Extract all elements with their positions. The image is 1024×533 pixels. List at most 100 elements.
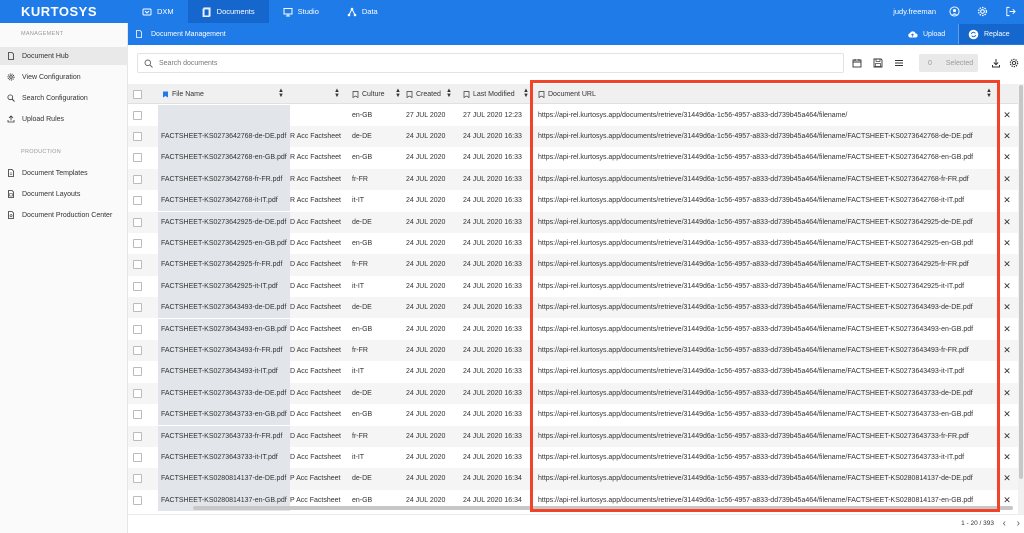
delete-icon[interactable]: ✕ (1000, 319, 1014, 340)
sort-icon[interactable]: ▲ ▼ (278, 88, 284, 99)
table-row[interactable]: FACTSHEET-KS0273642925-fr-FR.pdf D Acc Fa… (128, 254, 1018, 276)
delete-icon[interactable]: ✕ (1000, 297, 1014, 318)
delete-icon[interactable]: ✕ (1000, 404, 1014, 425)
upload-button[interactable]: Upload (898, 24, 954, 44)
nav-documents[interactable]: Documents (187, 0, 269, 23)
row-checkbox[interactable] (133, 303, 142, 313)
next-page-icon[interactable]: › (1017, 518, 1020, 529)
sort-icon[interactable]: ▲ ▼ (446, 88, 452, 99)
save-icon[interactable] (872, 57, 883, 68)
row-checkbox[interactable] (133, 345, 142, 355)
row-checkbox[interactable] (133, 281, 142, 291)
table-row[interactable]: FACTSHEET-KS0273642768-it-IT.pdf R Acc Fa… (128, 190, 1018, 212)
vertical-scrollbar[interactable] (1018, 84, 1024, 514)
table-row[interactable]: FACTSHEET-KS0273643733-fr-FR.pdf D Acc Fa… (128, 425, 1018, 447)
sort-icon[interactable]: ▲ ▼ (334, 88, 340, 99)
calendar-icon[interactable] (851, 57, 862, 68)
row-checkbox[interactable] (133, 153, 142, 163)
delete-icon[interactable]: ✕ (1000, 383, 1014, 404)
table-row[interactable]: FACTSHEET-KS0273642768-fr-FR.pdf R Acc Fa… (128, 168, 1018, 191)
delete-icon[interactable]: ✕ (1000, 105, 1014, 126)
row-checkbox[interactable] (133, 324, 142, 334)
table-row[interactable]: FACTSHEET-KS0273642768-de-DE.pdf R Acc Fa… (128, 125, 1018, 148)
sort-icon[interactable]: ▲ ▼ (523, 88, 529, 99)
column-header-created[interactable]: Created (406, 84, 441, 104)
select-all-checkbox[interactable] (133, 90, 142, 99)
table-row[interactable]: FACTSHEET-KS0280814137-de-DE.pdf P Acc Fa… (128, 468, 1018, 490)
delete-icon[interactable]: ✕ (1000, 169, 1014, 190)
logout-icon[interactable] (1004, 6, 1016, 18)
delete-icon[interactable]: ✕ (1000, 447, 1014, 468)
user-name[interactable]: judy.freeman (893, 7, 936, 16)
settings-icon[interactable] (1008, 57, 1019, 68)
row-checkbox[interactable] (133, 260, 142, 270)
row-checkbox[interactable] (133, 174, 142, 184)
delete-icon[interactable]: ✕ (1000, 426, 1014, 447)
horizontal-scrollbar[interactable] (128, 505, 1018, 511)
row-checkbox[interactable] (133, 110, 142, 120)
delete-icon[interactable]: ✕ (1000, 254, 1014, 275)
row-checkbox[interactable] (133, 367, 142, 377)
row-checkbox[interactable] (133, 431, 142, 441)
table-row[interactable]: FACTSHEET-KS0273642925-de-DE.pdf D Acc Fa… (128, 211, 1018, 233)
table-row[interactable]: FACTSHEET-KS0273643493-de-DE.pdf D Acc Fa… (128, 297, 1018, 319)
sidebar-item-document-hub[interactable]: Document Hub (0, 47, 128, 65)
row-checkbox[interactable] (133, 474, 142, 484)
column-header-file-name[interactable]: File Name (162, 84, 204, 104)
delete-icon[interactable]: ✕ (1000, 468, 1014, 489)
replace-button[interactable]: Replace (958, 24, 1024, 44)
sidebar-item-document-production-center[interactable]: Document Production Center (0, 206, 128, 224)
row-checkbox[interactable] (133, 410, 142, 420)
user-avatar-icon[interactable] (948, 6, 960, 18)
sidebar-item-search-configuration[interactable]: Search Configuration (0, 89, 128, 107)
delete-icon[interactable]: ✕ (1000, 340, 1014, 361)
kurtosys-logo[interactable]: KURTOSYS (0, 4, 128, 19)
nav-studio[interactable]: Studio (269, 0, 333, 23)
gear-icon[interactable] (976, 6, 988, 18)
table-row[interactable]: FACTSHEET-KS0273642925-it-IT.pdf D Acc Fa… (128, 275, 1018, 298)
sidebar-item-document-templates[interactable]: Document Templates (0, 164, 128, 182)
table-row[interactable]: FACTSHEET-KS0273643493-en-GB.pdf D Acc Fa… (128, 318, 1018, 340)
download-icon[interactable] (990, 57, 1001, 68)
delete-icon[interactable]: ✕ (1000, 190, 1014, 211)
scrollbar-thumb[interactable] (1019, 85, 1023, 479)
table-row[interactable]: FACTSHEET-KS0273643493-fr-FR.pdf D Acc Fa… (128, 339, 1018, 362)
column-header-culture[interactable]: Culture (352, 84, 385, 104)
delete-icon[interactable]: ✕ (1000, 212, 1014, 233)
document-title-cell: D Acc Factsheet (290, 368, 341, 376)
table-row[interactable]: FACTSHEET-KS0273643493-it-IT.pdf D Acc Fa… (128, 361, 1018, 383)
row-checkbox[interactable] (133, 388, 142, 398)
delete-icon[interactable]: ✕ (1000, 147, 1014, 168)
table-row[interactable]: FACTSHEET-KS0273643733-en-GB.pdf D Acc Fa… (128, 404, 1018, 426)
table-row[interactable]: en-GB 27 JUL 2020 27 JUL 2020 12:23 https:/… (128, 104, 1018, 126)
delete-icon[interactable]: ✕ (1000, 233, 1014, 254)
row-checkbox[interactable] (133, 495, 142, 505)
column-header-last-modified[interactable]: Last Modified (463, 84, 515, 104)
nav-data[interactable]: Data (333, 0, 392, 23)
row-checkbox[interactable] (133, 131, 142, 141)
column-header-document-url[interactable]: Document URL (538, 84, 596, 104)
row-checkbox[interactable] (133, 238, 142, 248)
row-checkbox[interactable] (133, 217, 142, 227)
table-row[interactable]: FACTSHEET-KS0273643733-it-IT.pdf D Acc Fa… (128, 446, 1018, 469)
row-checkbox[interactable] (133, 196, 142, 206)
sidebar-item-view-configuration[interactable]: View Configuration (0, 68, 128, 86)
table-row[interactable]: FACTSHEET-KS0273642925-en-GB.pdf D Acc Fa… (128, 232, 1018, 255)
scrollbar-thumb[interactable] (193, 506, 1013, 510)
delete-icon[interactable]: ✕ (1000, 276, 1014, 297)
sort-icon[interactable]: ▲ ▼ (986, 88, 992, 99)
previous-page-icon[interactable]: ‹ (1003, 518, 1006, 529)
table-row[interactable]: FACTSHEET-KS0273643733-de-DE.pdf D Acc Fa… (128, 382, 1018, 405)
nav-dxm[interactable]: DXM (128, 0, 188, 23)
search-field[interactable]: Search documents (137, 53, 844, 73)
sidebar-item-upload-rules[interactable]: Upload Rules (0, 110, 128, 128)
menu-icon[interactable] (893, 57, 904, 68)
row-checkbox[interactable] (133, 452, 142, 462)
sidebar-item-document-layouts[interactable]: Document Layouts (0, 185, 128, 203)
delete-icon[interactable]: ✕ (1000, 126, 1014, 147)
last-modified-cell: 24 JUL 2020 16:33 (463, 133, 522, 141)
table-row[interactable]: FACTSHEET-KS0273642768-en-GB.pdf R Acc Fa… (128, 147, 1018, 169)
delete-icon[interactable]: ✕ (1000, 361, 1014, 382)
sort-icon[interactable]: ▲ ▼ (395, 88, 401, 99)
upload-button-label: Upload (923, 30, 946, 38)
